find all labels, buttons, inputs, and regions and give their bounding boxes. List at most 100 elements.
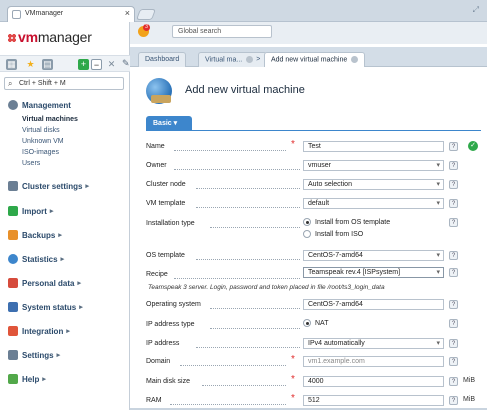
search-icon: ⌕	[8, 79, 13, 88]
help-icon[interactable]: ?	[449, 251, 458, 260]
menu-personal-data[interactable]: Personal data ▸	[8, 278, 81, 288]
leader-dots	[174, 169, 300, 170]
tab-virtual-machines[interactable]: Virtual ma... >	[198, 52, 268, 67]
system-status-icon	[8, 302, 18, 312]
ip-type-nat-radio[interactable]: NAT	[303, 319, 328, 327]
recipe-select[interactable]: Teamspeak rev.4 [ISPsystem] ▾	[303, 267, 444, 278]
domain-input[interactable]: vm1.example.com	[303, 356, 444, 367]
help-icon[interactable]: ?	[449, 396, 458, 405]
help-icon	[8, 374, 18, 384]
sidebar-item-iso-images[interactable]: ISO-images	[22, 149, 59, 156]
ram-input[interactable]: 512	[303, 395, 444, 406]
chevron-down-icon: ▾	[436, 200, 440, 207]
os-template-select[interactable]: CentOS-7-amd64 ▾	[303, 250, 444, 261]
name-label: Name	[146, 143, 165, 150]
menu-backups[interactable]: Backups ▸	[8, 230, 62, 240]
pin-icon[interactable]: ✕	[106, 59, 117, 70]
help-icon[interactable]: ?	[449, 218, 458, 227]
leader-dots	[196, 347, 300, 348]
statistics-icon	[8, 254, 18, 264]
expand-icon[interactable]: +	[78, 59, 89, 70]
sidebar-item-unknown-vm[interactable]: Unknown VM	[22, 138, 64, 145]
ram-label: RAM	[146, 397, 162, 404]
help-icon[interactable]: ?	[449, 319, 458, 328]
help-icon[interactable]: ?	[449, 339, 458, 348]
check-icon: ✓	[468, 141, 478, 151]
owner-label: Owner	[146, 162, 167, 169]
install-from-os-template-radio[interactable]: Install from OS template	[303, 218, 390, 226]
install-from-iso-radio[interactable]: Install from ISO	[303, 230, 363, 238]
help-icon[interactable]: ?	[449, 300, 458, 309]
global-search-input[interactable]: Global search	[172, 25, 272, 38]
logo: vmmanager	[8, 29, 92, 45]
leader-dots	[174, 278, 300, 279]
radio-unchecked-icon	[303, 230, 311, 238]
leader-dots	[210, 308, 300, 309]
sidebar-item-virtual-disks[interactable]: Virtual disks	[22, 127, 60, 134]
menu-help[interactable]: Help ▸	[8, 374, 46, 384]
menu-statistics[interactable]: Statistics ▸	[8, 254, 64, 264]
help-icon[interactable]: ?	[449, 142, 458, 151]
integration-icon	[8, 326, 18, 336]
vm-template-select[interactable]: default ▾	[303, 198, 444, 209]
menu-settings[interactable]: Settings ▸	[8, 350, 60, 360]
menu-import[interactable]: Import ▸	[8, 206, 53, 216]
menu-management[interactable]: Management	[8, 100, 71, 110]
settings-icon	[8, 350, 18, 360]
ip-address-select[interactable]: IPv4 automatically ▾	[303, 338, 444, 349]
close-icon[interactable]: ×	[125, 8, 130, 18]
page-title: Add new virtual machine	[185, 84, 305, 96]
tab-add-new-vm[interactable]: Add new virtual machine	[264, 52, 366, 67]
restore-icon[interactable]: ⤢	[473, 5, 479, 15]
close-tab-icon[interactable]	[351, 56, 359, 63]
radio-checked-icon	[303, 218, 311, 226]
menu-cluster-settings[interactable]: Cluster settings ▸	[8, 181, 89, 191]
browser-tab[interactable]: VMmanager ×	[7, 6, 135, 22]
owner-select[interactable]: vmuser ▾	[303, 160, 444, 171]
close-tab-icon[interactable]	[246, 56, 254, 63]
cluster-node-select[interactable]: Auto selection ▾	[303, 179, 444, 190]
notification-badge: 3	[143, 24, 150, 31]
main-disk-size-input[interactable]: 4000	[303, 376, 444, 387]
vm-globe-icon	[146, 78, 172, 104]
leader-dots	[180, 365, 286, 366]
star-icon[interactable]: ★	[25, 59, 36, 70]
menu-integration[interactable]: Integration ▸	[8, 326, 70, 336]
required-marker: *	[291, 139, 295, 150]
required-marker: *	[291, 354, 295, 365]
collapse-icon[interactable]: −	[91, 59, 102, 70]
management-icon	[8, 100, 18, 110]
sidebar-item-users[interactable]: Users	[22, 160, 40, 167]
help-icon[interactable]: ?	[449, 199, 458, 208]
briefcase-icon[interactable]: ▤	[42, 59, 53, 70]
menu-system-status[interactable]: System status ▸	[8, 302, 83, 312]
help-icon[interactable]: ?	[449, 180, 458, 189]
help-icon[interactable]: ?	[449, 268, 458, 277]
help-icon[interactable]: ?	[449, 357, 458, 366]
leader-dots	[202, 385, 286, 386]
disk-unit: MiB	[463, 377, 476, 384]
leader-dots	[170, 404, 286, 405]
leader-dots	[210, 227, 300, 228]
pin-sidebar-icon[interactable]: ✎	[122, 58, 130, 69]
tabs-bar: Dashboard Virtual ma... > Add new virtual…	[130, 47, 487, 67]
installation-type-label: Installation type	[146, 220, 195, 227]
sidebar-item-virtual-machines[interactable]: Virtual machines	[22, 116, 78, 123]
main-disk-size-label: Main disk size	[146, 378, 190, 385]
hotkey-text: Ctrl + Shift + M	[19, 80, 66, 87]
help-icon[interactable]: ?	[449, 161, 458, 170]
leader-dots	[196, 207, 300, 208]
operating-system-field[interactable]: CentOS-7-amd64	[303, 299, 444, 310]
help-icon[interactable]: ?	[449, 377, 458, 386]
new-tab-button[interactable]	[135, 9, 157, 20]
name-field[interactable]: Test	[303, 141, 444, 152]
list-icon[interactable]: ▦	[6, 59, 17, 70]
chevron-down-icon: ▾	[436, 162, 440, 169]
recipe-note: Teamspeak 3 server. Login, password and …	[148, 284, 385, 291]
recipe-label: Recipe	[146, 271, 168, 278]
hotkey-search-input[interactable]: ⌕ Ctrl + Shift + M	[4, 77, 124, 90]
tab-dashboard[interactable]: Dashboard	[138, 52, 187, 67]
backups-icon	[8, 230, 18, 240]
tab-basic[interactable]: Basic ▾	[146, 116, 192, 130]
ip-address-label: IP address	[146, 340, 180, 347]
